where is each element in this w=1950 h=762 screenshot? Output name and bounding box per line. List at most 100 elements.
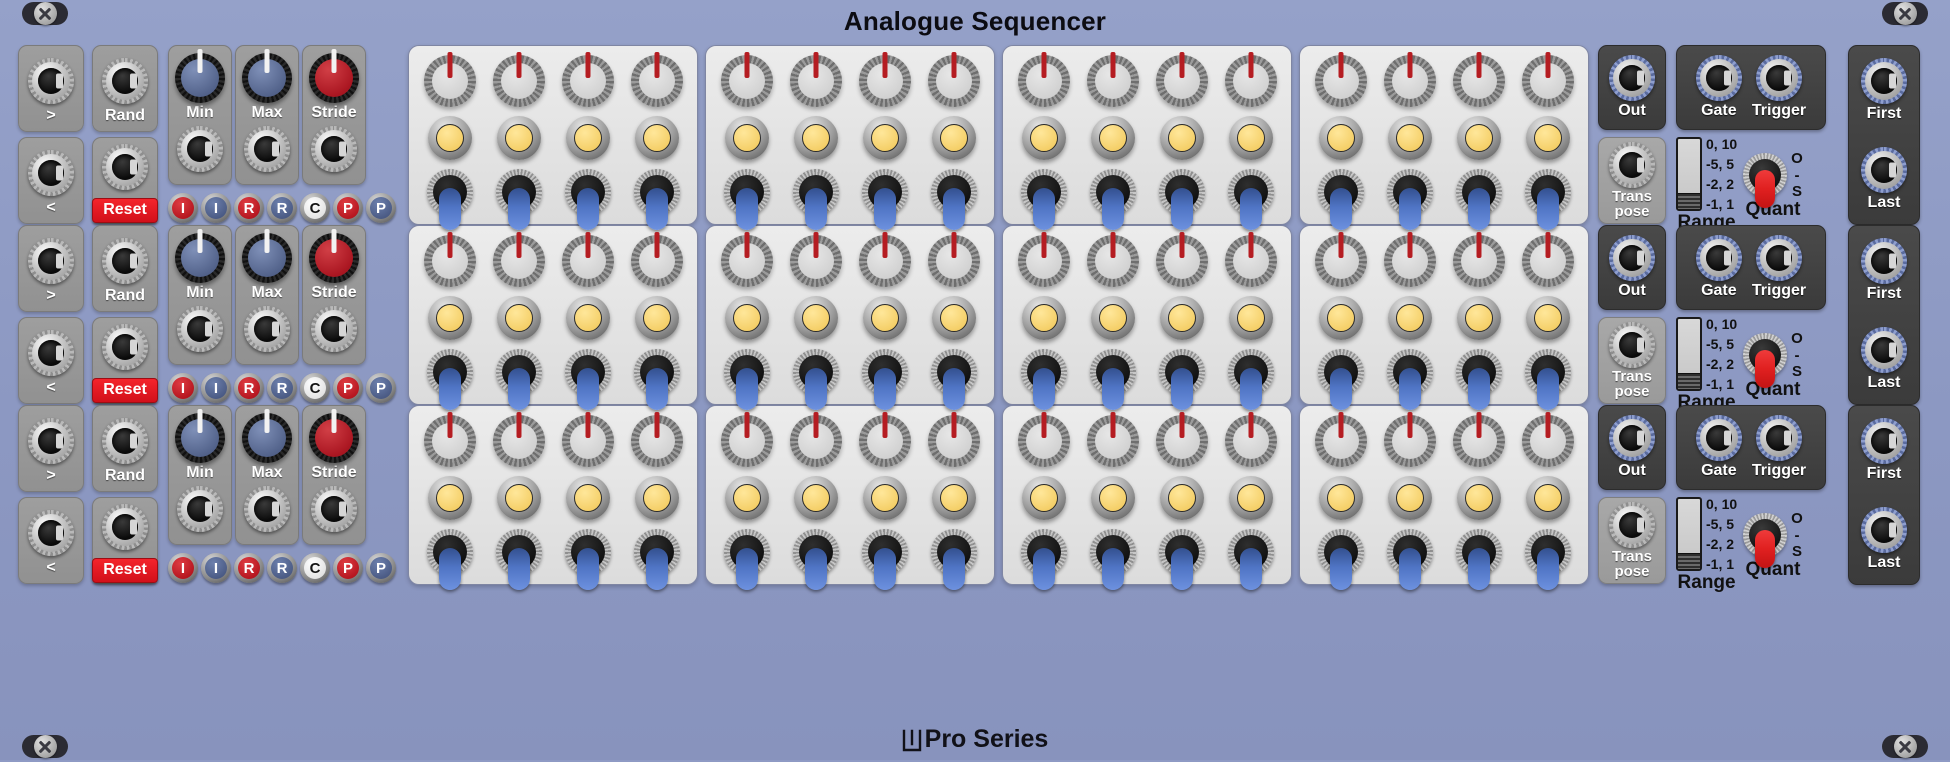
step-knob-10[interactable]	[1086, 52, 1139, 107]
tile-max[interactable]: Max	[235, 45, 299, 185]
tile-stride[interactable]: Stride	[302, 45, 366, 185]
step-knob-1[interactable]	[423, 52, 476, 107]
quant-position-0[interactable]: O	[1791, 151, 1803, 166]
step-led-3[interactable]	[565, 476, 610, 520]
step-knob-5[interactable]	[720, 232, 773, 287]
jack-gate-2[interactable]	[1695, 415, 1742, 462]
step-led-3[interactable]	[565, 116, 610, 160]
step-toggle-16[interactable]	[1524, 529, 1571, 591]
step-toggle-11[interactable]	[1158, 349, 1205, 411]
step-led-16[interactable]	[1525, 296, 1570, 340]
tile-reset[interactable]: Reset	[92, 497, 158, 584]
range-slider[interactable]	[1676, 497, 1702, 571]
step-led-9[interactable]	[1021, 296, 1066, 340]
step-led-13[interactable]	[1318, 296, 1363, 340]
step-knob-8[interactable]	[927, 232, 980, 287]
step-toggle-8[interactable]	[930, 349, 977, 411]
step-knob-7[interactable]	[858, 412, 911, 467]
step-led-2[interactable]	[496, 116, 541, 160]
step-led-1[interactable]	[427, 116, 472, 160]
step-toggle-5[interactable]	[723, 349, 770, 411]
step-led-6[interactable]	[793, 476, 838, 520]
tile-reset[interactable]: Reset	[92, 137, 158, 224]
tile-step-forward[interactable]: >	[18, 45, 84, 132]
quant-control[interactable]: O - S Quant	[1743, 511, 1803, 581]
jack-out-0[interactable]	[1609, 55, 1655, 102]
step-toggle-4[interactable]	[633, 529, 680, 591]
step-led-12[interactable]	[1228, 116, 1273, 160]
step-toggle-14[interactable]	[1386, 169, 1433, 231]
step-toggle-13[interactable]	[1317, 529, 1364, 591]
mode-button-p-blue[interactable]: P	[366, 553, 396, 583]
tile-stride-knob-0[interactable]	[309, 49, 359, 103]
step-led-5[interactable]	[724, 476, 769, 520]
step-toggle-10[interactable]	[1089, 529, 1136, 591]
tile-min[interactable]: Min	[168, 225, 232, 365]
quant-switch[interactable]	[1743, 513, 1788, 568]
tile-min-jack-1[interactable]	[177, 305, 223, 352]
step-toggle-3[interactable]	[564, 529, 611, 591]
range-option-1[interactable]: -5, 5	[1706, 337, 1737, 351]
jack-out-1[interactable]	[1609, 235, 1655, 282]
step-led-11[interactable]	[1159, 296, 1204, 340]
step-knob-1[interactable]	[423, 412, 476, 467]
quant-position-0[interactable]: O	[1791, 511, 1803, 526]
step-led-4[interactable]	[634, 296, 679, 340]
step-toggle-7[interactable]	[861, 169, 908, 231]
step-led-16[interactable]	[1525, 116, 1570, 160]
mode-button-i-blue[interactable]: I	[201, 193, 231, 223]
mode-button-i-red[interactable]: I	[168, 373, 198, 403]
quant-switch[interactable]	[1743, 333, 1788, 388]
tile-max-knob-0[interactable]	[242, 49, 292, 103]
step-led-14[interactable]	[1387, 116, 1432, 160]
step-led-10[interactable]	[1090, 476, 1135, 520]
tile-step-back[interactable]: <	[18, 137, 84, 224]
range-slider[interactable]	[1676, 137, 1702, 211]
quant-switch-lever[interactable]	[1755, 349, 1776, 388]
tile-out[interactable]: Out	[1598, 45, 1666, 130]
step-toggle-16[interactable]	[1524, 349, 1571, 411]
step-led-11[interactable]	[1159, 476, 1204, 520]
tile-trigger[interactable]: Trigger	[1752, 415, 1806, 479]
tile-reset-button[interactable]: Reset	[92, 378, 158, 403]
step-toggle-2[interactable]	[495, 169, 542, 231]
jack-first-1[interactable]	[1861, 238, 1907, 285]
tile-min-knob-0[interactable]	[175, 49, 225, 103]
tile-max[interactable]: Max	[235, 225, 299, 365]
tile-last[interactable]: Last	[1861, 507, 1907, 571]
quant-position-2[interactable]: S	[1792, 544, 1802, 559]
step-knob-4[interactable]	[630, 52, 683, 107]
step-toggle-7[interactable]	[861, 529, 908, 591]
range-option-3[interactable]: -1, 1	[1706, 377, 1737, 391]
step-led-3[interactable]	[565, 296, 610, 340]
range-option-3[interactable]: -1, 1	[1706, 197, 1737, 211]
tile-stride-knob-1[interactable]	[309, 229, 359, 283]
tile-stride[interactable]: Stride	[302, 405, 366, 545]
mode-button-p-red[interactable]: P	[333, 193, 363, 223]
jack-trigger-0[interactable]	[1755, 55, 1802, 102]
step-knob-5[interactable]	[720, 412, 773, 467]
step-knob-11[interactable]	[1155, 412, 1208, 467]
quant-position-2[interactable]: S	[1792, 184, 1802, 199]
jack-transpose-0[interactable]	[1609, 142, 1655, 188]
jack-last-1[interactable]	[1861, 327, 1907, 374]
step-toggle-14[interactable]	[1386, 529, 1433, 591]
step-toggle-9[interactable]	[1020, 349, 1067, 411]
step-led-9[interactable]	[1021, 476, 1066, 520]
range-option-1[interactable]: -5, 5	[1706, 517, 1737, 531]
tile-rand[interactable]: Rand	[92, 45, 158, 132]
step-knob-14[interactable]	[1383, 232, 1436, 287]
jack-reset-0[interactable]	[102, 144, 148, 190]
step-toggle-6[interactable]	[792, 349, 839, 411]
step-led-5[interactable]	[724, 116, 769, 160]
step-knob-3[interactable]	[561, 412, 614, 467]
mode-button-p-blue[interactable]: P	[366, 193, 396, 223]
step-knob-9[interactable]	[1017, 232, 1070, 287]
jack-reset-1[interactable]	[102, 324, 148, 370]
jack-step-back-2[interactable]	[28, 510, 74, 557]
mode-button-c-white[interactable]: C	[300, 373, 330, 403]
step-toggle-2[interactable]	[495, 349, 542, 411]
step-toggle-12[interactable]	[1227, 529, 1274, 591]
tile-max-jack-2[interactable]	[244, 485, 290, 532]
step-led-4[interactable]	[634, 476, 679, 520]
